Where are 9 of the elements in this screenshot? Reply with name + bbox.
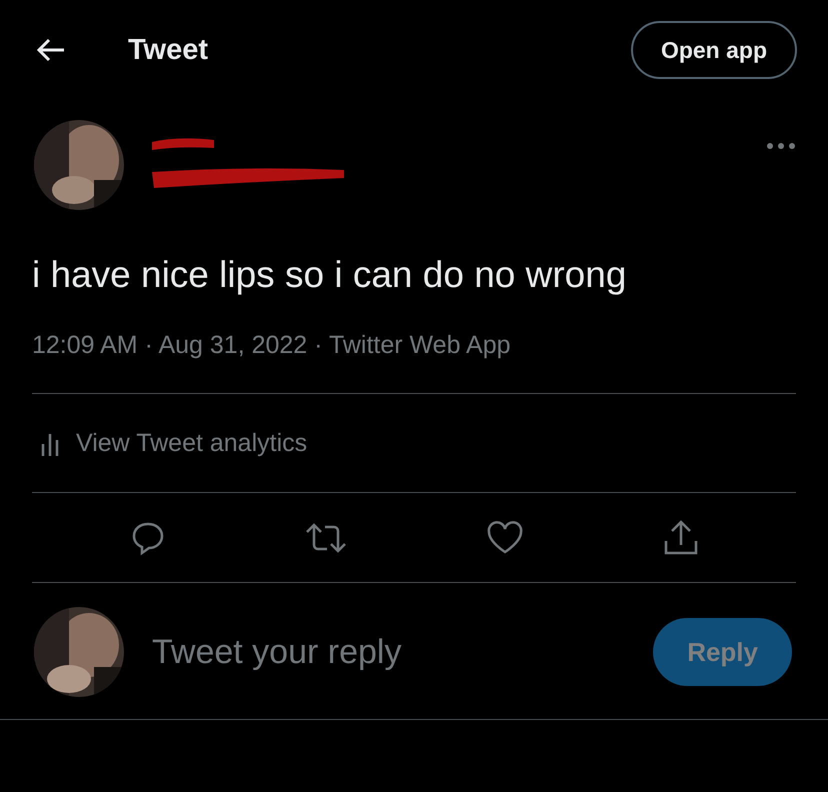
analytics-link[interactable]: View Tweet analytics <box>76 428 308 458</box>
heart-icon[interactable] <box>486 520 524 555</box>
tweet-meta: 12:09 AM · Aug 31, 2022 · Twitter Web App <box>31 330 512 360</box>
open-app-button[interactable]: Open app <box>630 21 797 79</box>
tweet-text: i have nice lips so i can do no wrong <box>31 253 628 297</box>
share-icon[interactable] <box>662 518 698 557</box>
page-title: Tweet <box>128 34 210 66</box>
more-icon[interactable] <box>766 142 796 150</box>
back-arrow-icon[interactable] <box>36 38 66 62</box>
